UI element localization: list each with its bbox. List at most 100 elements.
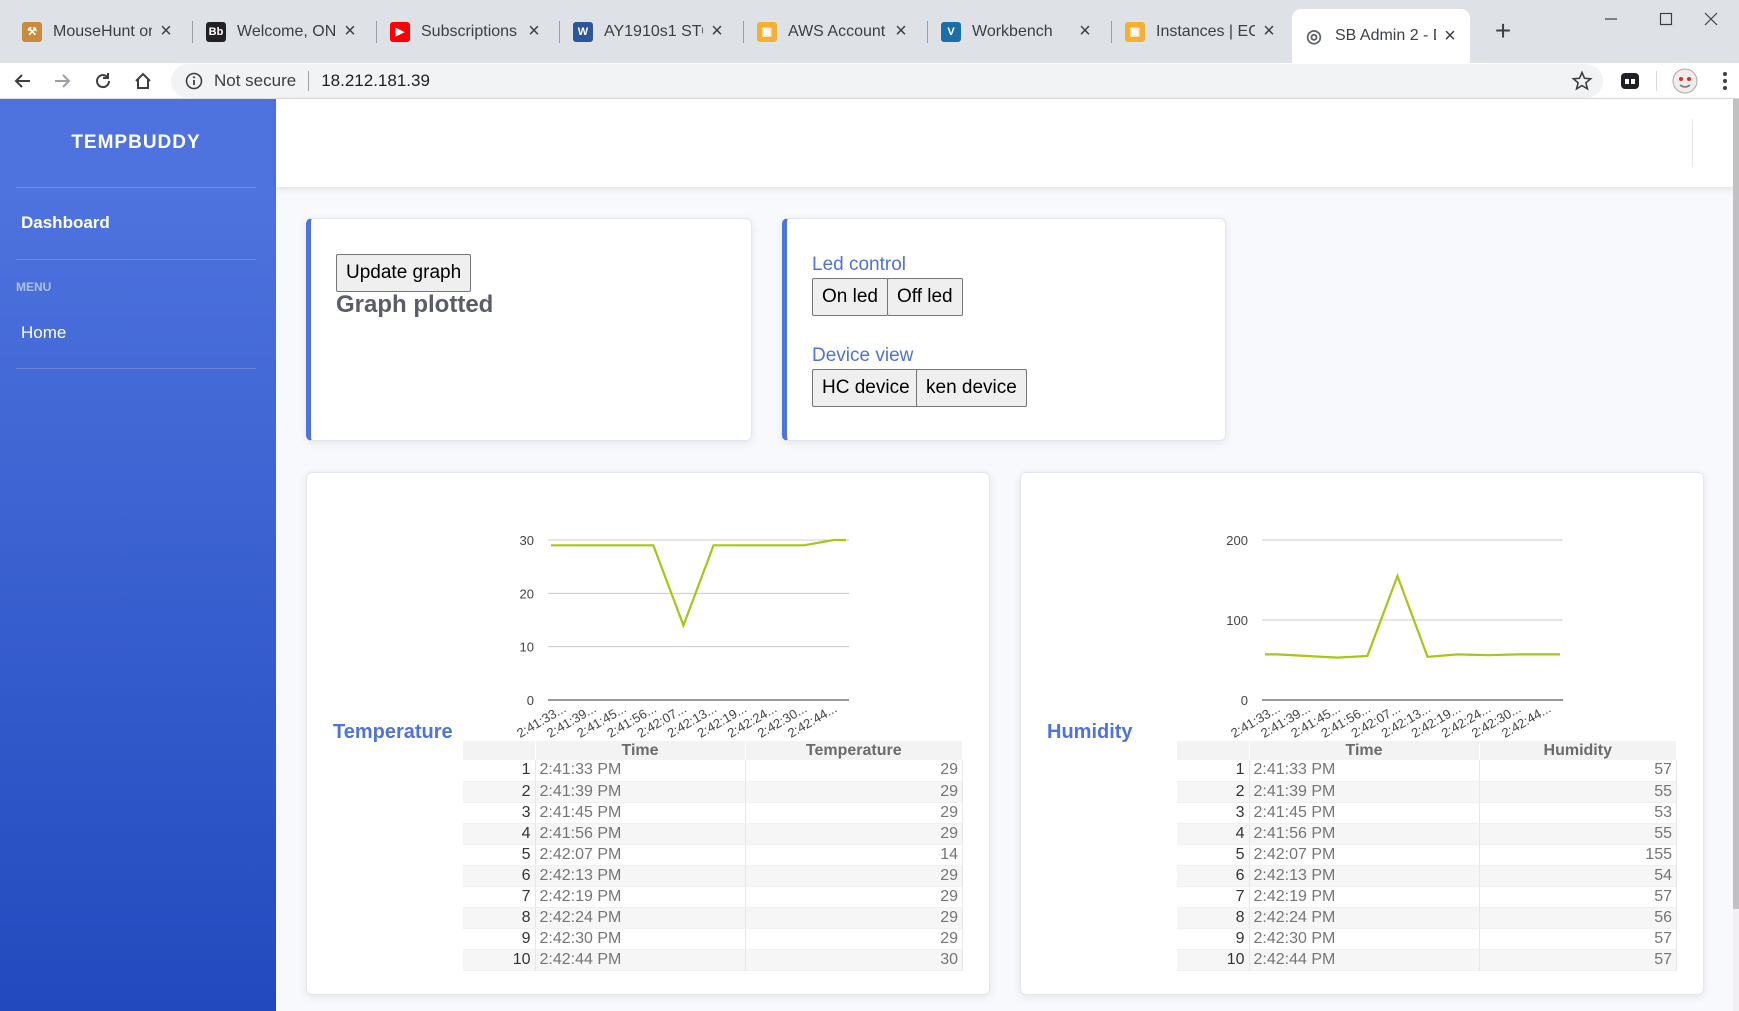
browser-tab[interactable]: ▣ AWS Account ×	[745, 9, 921, 54]
ken-device-button[interactable]: ken device	[916, 369, 1027, 407]
table-row: 3 2:41:45 PM 29	[463, 802, 963, 824]
aws-box-icon: ▣	[1125, 21, 1145, 42]
sidebar-brand[interactable]: TEMPBUDDY	[0, 132, 272, 154]
table-header-index	[463, 741, 536, 760]
row-time: 2:42:30 PM	[535, 928, 746, 950]
close-icon[interactable]: ×	[340, 20, 360, 43]
row-time: 2:41:39 PM	[535, 781, 746, 803]
close-icon[interactable]: ×	[1075, 20, 1095, 43]
row-value: 29	[745, 865, 963, 887]
page-scrollbar[interactable]	[1733, 99, 1739, 1011]
reload-button[interactable]	[85, 63, 121, 99]
home-icon	[135, 72, 151, 89]
row-time: 2:41:33 PM	[535, 760, 746, 782]
tab-separator	[1111, 21, 1112, 43]
row-value: 55	[1479, 823, 1677, 845]
table-header-row: Time Humidity	[1177, 741, 1677, 760]
tab-separator	[559, 21, 560, 43]
browser-tab-title: Instances | EC2	[1156, 22, 1255, 40]
table-header-time: Time	[535, 741, 746, 760]
table-header-row: Time Temperature	[463, 741, 963, 760]
sidebar-item-dashboard[interactable]: Dashboard	[21, 213, 110, 233]
browser-tab[interactable]: ▶ Subscriptions - ×	[378, 9, 554, 54]
browser-tab[interactable]: ◎ SB Admin 2 - D ×	[1292, 9, 1470, 63]
address-bar[interactable]: Not secure 18.212.181.39	[171, 64, 1603, 98]
hc-device-button[interactable]: HC device	[812, 369, 920, 407]
row-time: 2:42:19 PM	[535, 886, 746, 908]
info-icon[interactable]	[184, 71, 204, 91]
kebab-menu-icon	[1723, 72, 1727, 90]
table-row: 1 2:41:33 PM 29	[463, 760, 963, 782]
browser-tab[interactable]: W AY1910s1 ST03×	[561, 9, 737, 54]
led-off-button[interactable]: Off led	[887, 278, 963, 316]
browser-tab-title: AWS Account	[788, 22, 886, 40]
close-window-button[interactable]	[1683, 0, 1739, 38]
browser-toolbar: Not secure 18.212.181.39	[0, 63, 1739, 99]
table-row: 10 2:42:44 PM 57	[1177, 949, 1677, 971]
row-time: 2:41:33 PM	[1249, 760, 1480, 782]
row-value: 29	[745, 760, 963, 782]
row-time: 2:42:19 PM	[1249, 886, 1480, 908]
table-header-index	[1177, 741, 1250, 760]
new-tab-button[interactable]: +	[1488, 13, 1518, 49]
star-icon[interactable]	[1571, 70, 1593, 92]
y-tick-label: 0	[1241, 693, 1248, 708]
humidity-card: Humidity 0 100 200 2:41:33... 2:41:39... 2:41…	[1020, 472, 1704, 995]
row-index: 6	[1177, 865, 1250, 887]
close-icon[interactable]: ×	[707, 20, 727, 43]
row-index: 8	[463, 907, 536, 929]
led-on-button[interactable]: On led	[812, 278, 888, 316]
minimize-icon	[1605, 18, 1617, 20]
close-icon[interactable]: ×	[891, 20, 911, 43]
table-row: 1 2:41:33 PM 57	[1177, 760, 1677, 782]
browser-tab-title: SB Admin 2 - D	[1335, 27, 1436, 44]
table-row: 3 2:41:45 PM 53	[1177, 802, 1677, 824]
row-value: 53	[1479, 802, 1677, 824]
y-tick-label: 0	[527, 693, 534, 708]
browser-tab[interactable]: Bb Welcome, ONG×	[194, 9, 370, 54]
close-icon[interactable]: ×	[524, 20, 544, 43]
row-index: 3	[1177, 802, 1250, 824]
browser-tab-title: Subscriptions -	[421, 22, 520, 40]
page-scrollbar-thumb[interactable]	[1733, 99, 1739, 909]
y-tick-label: 30	[520, 533, 534, 548]
control-card: Led control On led Off led Device view H…	[782, 218, 1226, 441]
browser-menu-button[interactable]	[1707, 63, 1739, 99]
table-row: 9 2:42:30 PM 29	[463, 928, 963, 950]
row-index: 10	[463, 949, 536, 971]
table-row: 7 2:42:19 PM 29	[463, 886, 963, 908]
browser-tab-title: AY1910s1 ST03	[604, 22, 703, 40]
topbar	[276, 99, 1739, 187]
update-graph-button[interactable]: Update graph	[336, 254, 472, 292]
browser-tab[interactable]: ⚒ MouseHunt on ×	[10, 9, 186, 54]
browser-tab[interactable]: V Workbench ×	[929, 9, 1105, 54]
main-content: Update graph Graph plotted Led control O…	[276, 99, 1739, 1011]
row-value: 54	[1479, 865, 1677, 887]
close-icon[interactable]: ×	[1259, 20, 1279, 43]
close-icon[interactable]: ×	[1440, 25, 1460, 48]
minimize-window-button[interactable]	[1583, 0, 1639, 38]
topbar-divider	[1692, 119, 1693, 167]
sidebar-item-home[interactable]: Home	[21, 323, 66, 343]
profile-button[interactable]	[1667, 63, 1703, 99]
table-row: 4 2:41:56 PM 29	[463, 823, 963, 845]
table-header-temperature: Temperature	[745, 741, 963, 760]
tab-separator	[743, 21, 744, 43]
omnibox-divider	[308, 71, 310, 91]
browser-tab[interactable]: ▣ Instances | EC2×	[1113, 9, 1289, 54]
graph-card: Update graph Graph plotted	[306, 218, 752, 441]
close-icon[interactable]: ×	[156, 20, 176, 43]
row-time: 2:42:07 PM	[1249, 844, 1480, 866]
table-row: 5 2:42:07 PM 155	[1177, 844, 1677, 866]
tab-separator	[376, 21, 377, 43]
row-value: 29	[745, 907, 963, 929]
extension-button[interactable]	[1612, 63, 1648, 99]
home-button[interactable]	[125, 63, 161, 99]
row-value: 29	[745, 802, 963, 824]
forward-button[interactable]	[44, 63, 80, 99]
globe-icon: ◎	[1306, 25, 1322, 46]
back-button[interactable]	[5, 63, 41, 99]
row-value: 57	[1479, 760, 1677, 782]
table-row: 8 2:42:24 PM 56	[1177, 907, 1677, 929]
y-tick-label: 200	[1226, 533, 1248, 548]
